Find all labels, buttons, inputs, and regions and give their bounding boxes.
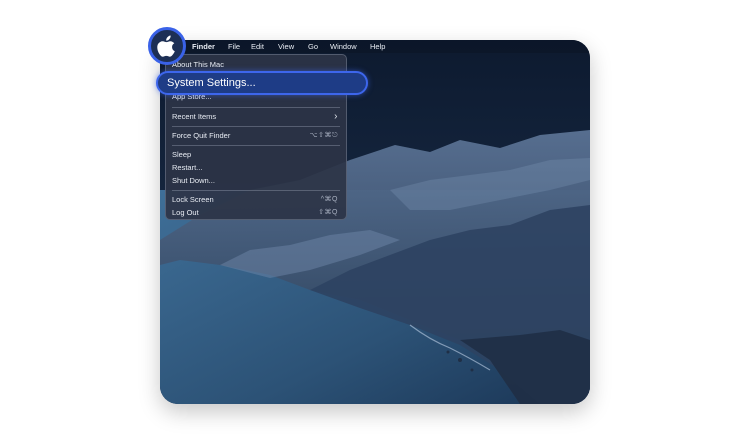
system-settings-label: System Settings... — [167, 77, 256, 89]
menu-separator — [172, 126, 340, 127]
menu-shortcut: ⇧⌘Q — [318, 209, 338, 216]
menu-separator — [172, 190, 340, 191]
menu-item-restart[interactable]: Restart... — [172, 162, 340, 173]
menu-item-label: Log Out — [172, 208, 199, 217]
menu-item-label: Sleep — [172, 150, 192, 159]
menubar-app-name[interactable]: Finder — [192, 42, 215, 51]
menu-item-sleep[interactable]: Sleep — [172, 149, 340, 160]
apple-menu-button[interactable] — [148, 27, 186, 65]
menu-item-lock-screen[interactable]: Lock Screen ^⌘Q — [172, 194, 340, 205]
menu-item-about[interactable]: About This Mac — [172, 59, 340, 70]
menu-item-force-quit[interactable]: Force Quit Finder ⌥⇧⌘⎋ — [172, 130, 340, 141]
menu-shortcut: ^⌘Q — [320, 196, 338, 203]
menubar-file[interactable]: File — [228, 42, 240, 51]
menu-item-recent-items[interactable]: Recent Items › — [172, 111, 340, 122]
menubar-window[interactable]: Window — [330, 42, 357, 51]
menu-item-label: About This Mac — [172, 60, 224, 69]
menu-separator — [172, 107, 340, 108]
menubar-edit[interactable]: Edit — [251, 42, 264, 51]
menu-item-label: Restart... — [172, 163, 203, 172]
menu-item-log-out[interactable]: Log Out ⇧⌘Q — [172, 207, 340, 218]
menu-shortcut: ⌥⇧⌘⎋ — [309, 132, 338, 139]
menubar-go[interactable]: Go — [308, 42, 318, 51]
menubar-help[interactable]: Help — [370, 42, 385, 51]
menu-separator — [172, 145, 340, 146]
menu-item-label: Lock Screen — [172, 195, 214, 204]
menu-item-shut-down[interactable]: Shut Down... — [172, 175, 340, 186]
menu-bar: Finder File Edit View Go Window Help — [160, 40, 590, 53]
apple-logo-icon — [157, 35, 175, 57]
menu-item-system-settings[interactable]: System Settings... — [156, 71, 368, 95]
chevron-right-icon: › — [334, 111, 338, 122]
menubar-view[interactable]: View — [278, 42, 294, 51]
menu-item-label: Force Quit Finder — [172, 131, 231, 140]
menu-item-label: Recent Items — [172, 112, 217, 121]
menu-item-label: Shut Down... — [172, 176, 215, 185]
